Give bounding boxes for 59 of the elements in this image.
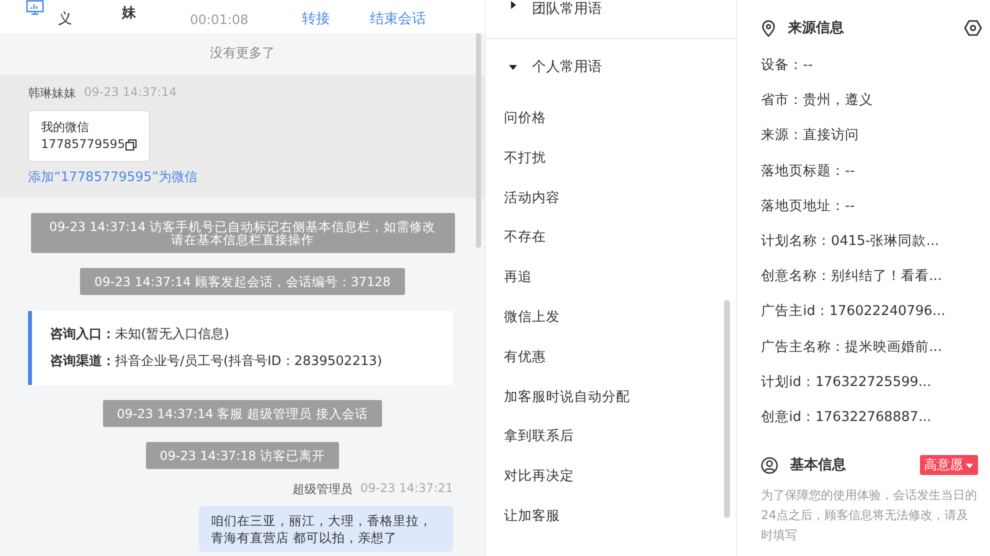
phrase-item[interactable]: 问价格 [504,99,736,139]
source-field: 落地页标题：-- [761,154,855,189]
source-field: 计划名称：0415-张琳同款... [761,224,940,260]
phrase-item[interactable]: 加客服时说自动分配 [504,378,736,418]
no-more-notice: 没有更多了 [209,45,276,63]
user-icon [761,456,778,474]
sender-name: 韩琳妹妹 [28,85,76,102]
scrollbar[interactable] [476,33,481,248]
visitor-location: 义 [58,10,73,28]
sender-name: 超级管理员 [292,481,352,498]
phrase-item[interactable]: 不存在 [504,218,736,258]
card-title: 我的微信 [41,119,90,136]
message-time: 09-23 14:37:21 [360,481,453,497]
info-value: 未知(暂无入口信息) [115,327,230,342]
caret-down-icon [508,62,518,72]
phrase-group-toggle[interactable]: 个人常用语 [486,49,736,85]
header-action-button[interactable]: 结束会话 [370,10,426,28]
wechat-number: 17785779595 [41,136,125,153]
settings-icon[interactable] [964,20,982,36]
info-value: 抖音企业号/员工号(抖音号ID：2839502213) [115,354,382,369]
monitor-icon [26,0,44,16]
source-field: 创意id：176322768887... [761,400,932,436]
section-title: 来源信息 [788,19,845,37]
phrase-item[interactable]: 让加客服 [504,496,736,537]
system-notice: 09-23 14:37:14 顾客发起会话，会话编号：37128 [80,268,405,295]
source-field: 广告主名称：提米映画婚前... [761,330,942,365]
phrase-item[interactable]: 有优惠 [504,338,736,378]
caret-right-icon [508,0,518,10]
source-field: 来源：直接访问 [761,118,859,154]
source-field: 广告主id：176022240796... [761,294,946,330]
notice-text: 为了保障您的使用体验，会话发生当日的24点之后，顾客信息将无法修改，请及时填写 [761,487,978,544]
phrase-item[interactable]: 对比再决定 [504,457,736,497]
info-label: 咨询入口： [50,327,115,342]
system-notice: 09-23 14:37:14 客服 超级管理员 接入会话 [102,400,382,427]
source-field: 设备：-- [761,48,813,84]
caret-down-icon [965,460,974,470]
phrase-item[interactable]: 拿到联系后 [504,417,736,458]
info-label: 咨询渠道： [50,354,115,369]
session-duration: 00:01:08 [190,13,250,28]
copy-icon[interactable] [124,138,137,150]
source-field: 创意名称：别纠结了！看看... [761,259,942,294]
intent-tag-dropdown[interactable]: 高意愿 [920,455,978,476]
phrase-item[interactable]: 活动内容 [504,178,736,218]
phrase-item[interactable]: 微信上发 [504,298,736,338]
system-notice: 09-23 14:37:18 访客已离开 [146,442,340,469]
visitor-name: 妹 [122,6,137,20]
source-field: 落地页地址：-- [761,188,855,224]
header-action-button[interactable]: 转接 [302,10,330,28]
section-title: 基本信息 [790,456,847,474]
message-time: 09-23 14:37:14 [84,85,177,101]
phrase-item[interactable]: 不打扰 [504,138,736,179]
phrase-group-toggle[interactable]: 团队常用语 [486,0,736,39]
agent-message-bubble: 咱们在三亚，丽江，大理，香格里拉，青海有直营店 都可以拍，亲想了 [199,506,453,552]
phrase-item[interactable]: 再追 [504,258,736,298]
system-notice: 09-23 14:37:14 访客手机号已自动标记右侧基本信息栏，如需修改请在基本信息栏直接操作 [30,213,454,253]
source-field: 省市：贵州，遵义 [761,83,873,118]
source-field: 计划id：176322725599... [761,364,932,400]
location-pin-icon [761,20,776,36]
scrollbar[interactable] [724,300,730,518]
